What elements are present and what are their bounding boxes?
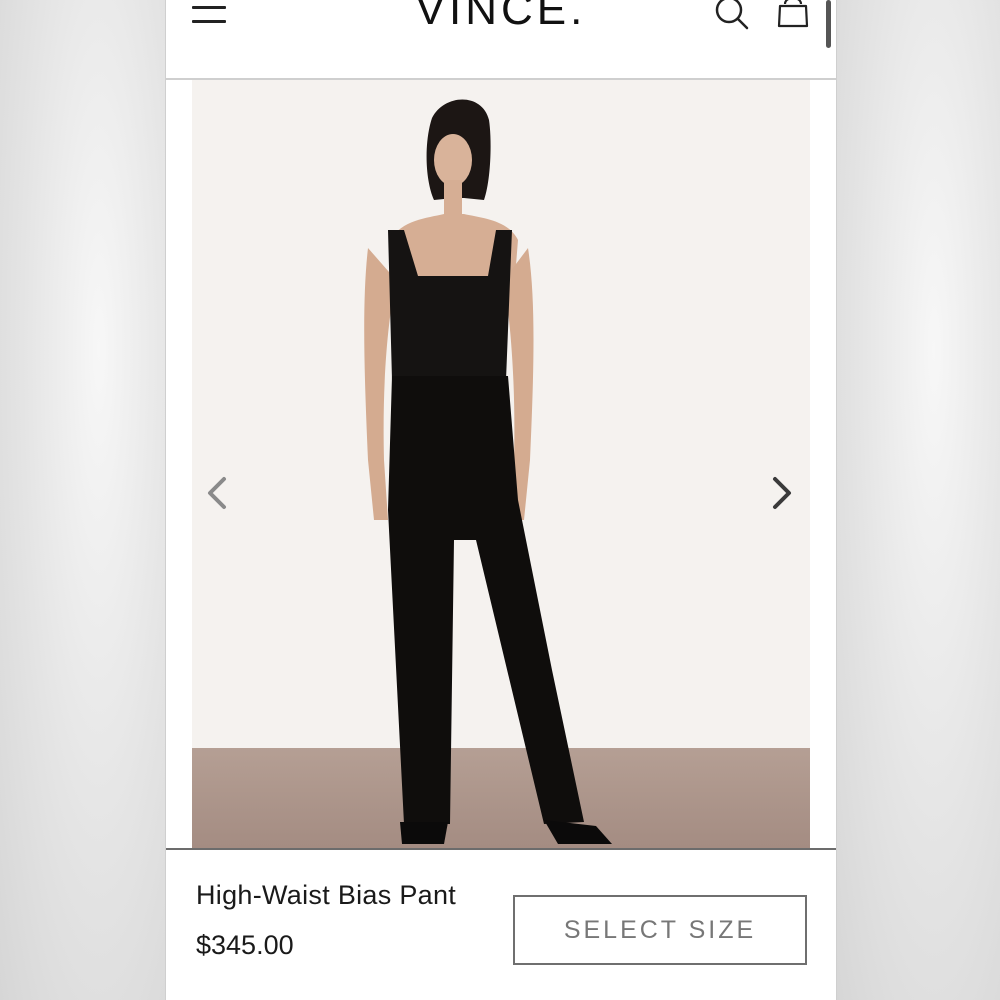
product-info-panel: High-Waist Bias Pant $345.00 SELECT SIZE [166,848,836,1000]
product-name: High-Waist Bias Pant [196,880,457,910]
chevron-left-icon[interactable] [202,473,232,513]
hamburger-menu-icon[interactable] [192,6,226,30]
phone-screen: VINCE. High-Waist Bias Pant $345.00 SELE… [165,0,837,1000]
background-left [0,0,165,1000]
scrollbar[interactable] [826,0,831,48]
search-icon[interactable] [713,0,749,32]
chevron-right-icon[interactable] [767,473,797,513]
site-header: VINCE. [166,0,836,80]
brand-logo[interactable]: VINCE. [386,0,616,38]
product-image[interactable] [192,80,810,848]
select-size-button[interactable]: SELECT SIZE [513,895,807,965]
product-price: $345.00 [196,930,294,960]
shopping-bag-icon[interactable] [776,0,810,30]
model-figure [364,99,612,844]
background-right [835,0,1000,1000]
